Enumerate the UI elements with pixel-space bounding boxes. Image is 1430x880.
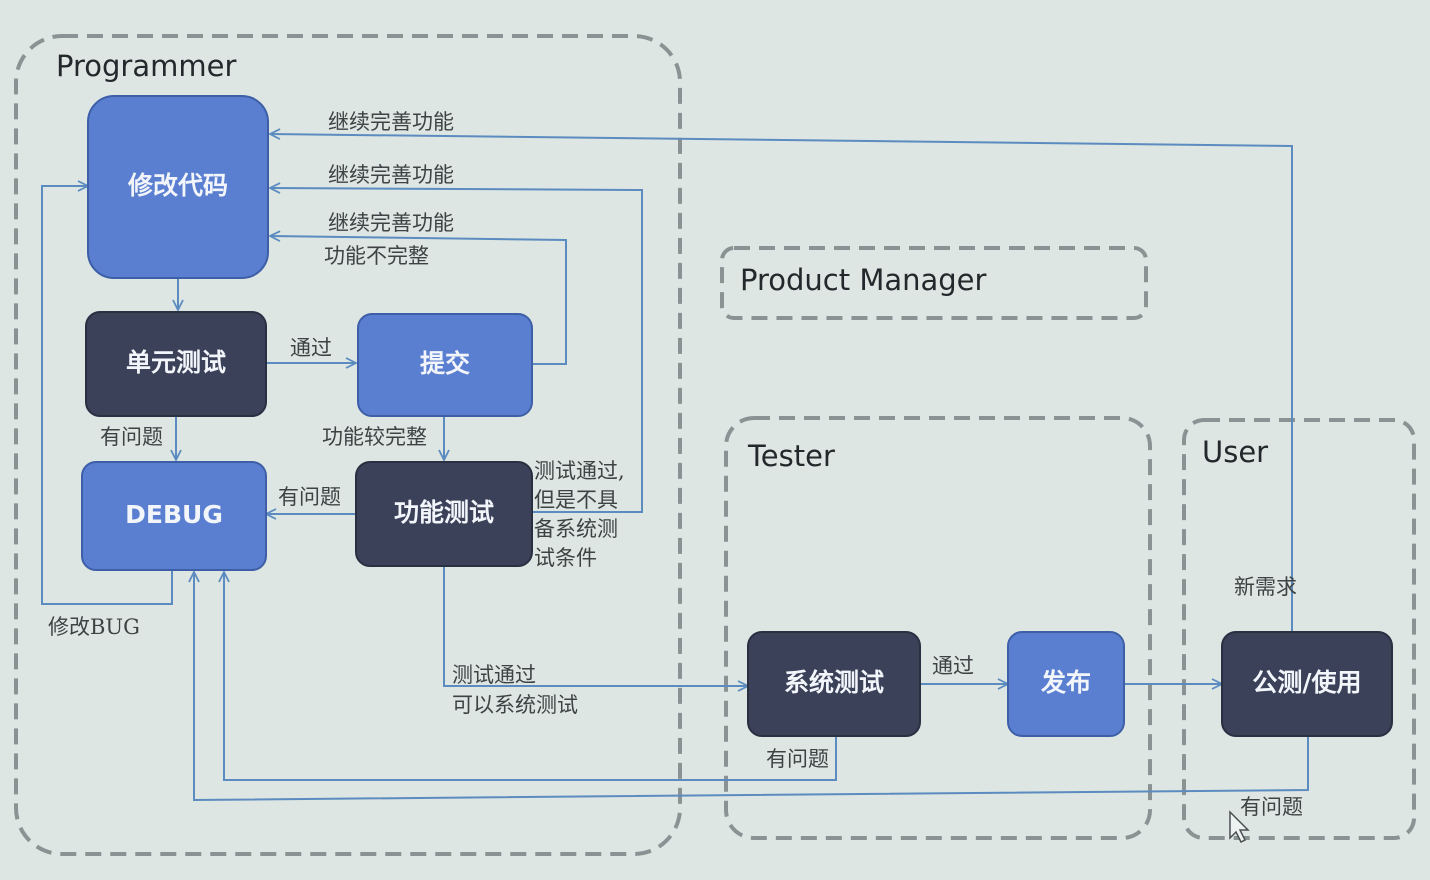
- node-function-test-label: 功能测试: [394, 498, 494, 527]
- label-pass-system-to-release: 通过: [932, 654, 974, 678]
- node-system-test-label: 系统测试: [784, 668, 884, 697]
- process-flow-diagram: Programmer Product Manager Tester User 继…: [14, 34, 1416, 856]
- label-new-requirement: 新需求: [1234, 575, 1297, 599]
- label-has-problem-function: 有问题: [278, 485, 341, 509]
- label-function-more-complete: 功能较完整: [322, 425, 427, 449]
- label-has-problem-user: 有问题: [1240, 795, 1303, 819]
- node-debug: DEBUG: [81, 461, 267, 571]
- group-user: User: [1182, 418, 1416, 840]
- label-has-problem-unit: 有问题: [100, 425, 163, 449]
- node-public-test-label: 公测/使用: [1252, 668, 1361, 697]
- label-test-pass-not-ready-line-4: 试条件: [534, 546, 597, 570]
- label-test-pass-can-system-line-1: 测试通过: [452, 663, 536, 687]
- node-system-test: 系统测试: [747, 631, 921, 737]
- node-debug-label: DEBUG: [125, 500, 223, 529]
- node-release-label: 发布: [1040, 668, 1091, 697]
- label-modify-bug: 修改BUG: [48, 615, 140, 639]
- label-test-pass-not-ready-line-2: 但是不具: [534, 488, 618, 512]
- node-modify-code: 修改代码: [87, 95, 269, 279]
- node-release: 发布: [1007, 631, 1125, 737]
- label-continue-improve-3: 继续完善功能: [328, 211, 454, 235]
- node-unit-test: 单元测试: [85, 311, 267, 417]
- group-product-manager-title: Product Manager: [740, 263, 987, 297]
- label-function-incomplete: 功能不完整: [324, 244, 429, 268]
- group-tester: Tester: [724, 416, 1152, 840]
- label-continue-improve-1: 继续完善功能: [328, 110, 454, 134]
- group-programmer-title: Programmer: [56, 49, 236, 83]
- label-pass-unit-to-submit: 通过: [290, 336, 332, 360]
- label-has-problem-system: 有问题: [766, 747, 829, 771]
- label-test-pass-not-ready-line-3: 备系统测: [534, 517, 618, 541]
- node-submit: 提交: [357, 313, 533, 417]
- node-function-test: 功能测试: [355, 461, 533, 567]
- group-tester-title: Tester: [747, 439, 835, 473]
- label-continue-improve-2: 继续完善功能: [328, 163, 454, 187]
- node-public-test: 公测/使用: [1221, 631, 1393, 737]
- label-test-pass-can-system-line-2: 可以系统测试: [452, 693, 578, 717]
- group-product-manager: Product Manager: [720, 246, 1148, 320]
- label-test-pass-not-ready-line-1: 测试通过,: [534, 459, 625, 483]
- node-unit-test-label: 单元测试: [126, 348, 226, 377]
- node-submit-label: 提交: [420, 349, 470, 378]
- group-user-title: User: [1202, 435, 1268, 469]
- node-modify-code-label: 修改代码: [127, 171, 228, 200]
